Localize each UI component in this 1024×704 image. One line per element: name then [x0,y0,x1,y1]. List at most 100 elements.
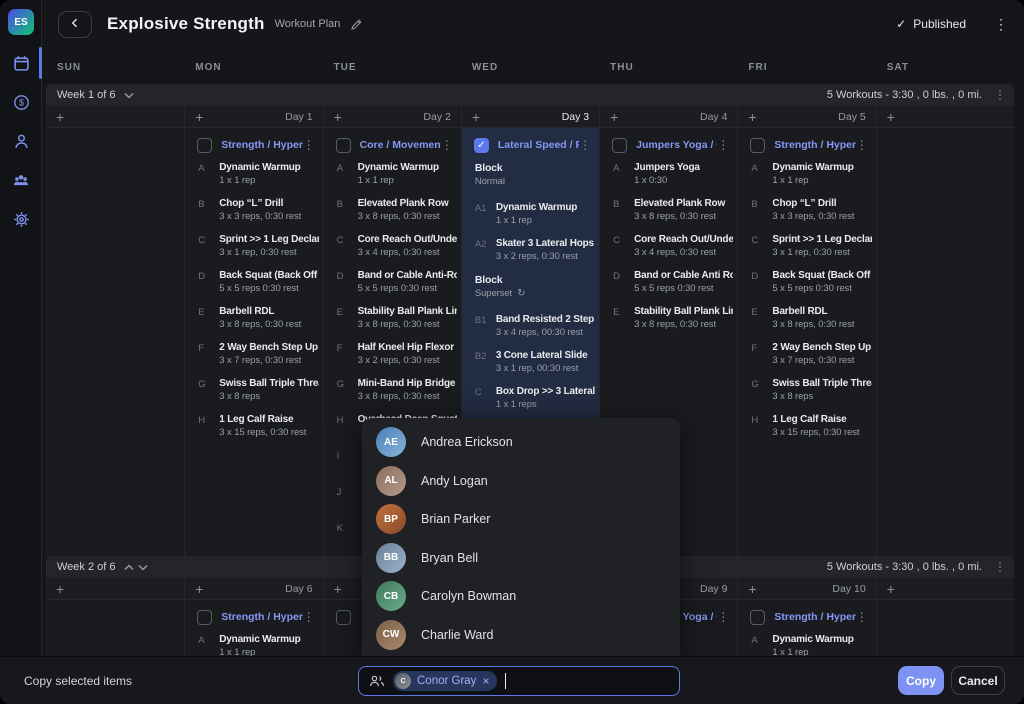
workout-title[interactable]: Strength / Hypertro... [774,611,855,623]
day-cell-sun[interactable] [46,600,184,656]
workout-kebab-menu[interactable]: ⋮ [441,139,453,151]
edit-pencil-icon[interactable] [350,18,363,31]
athlete-option[interactable]: CB Carolyn Bowman [362,577,680,616]
workout-kebab-menu[interactable]: ⋮ [303,139,315,151]
workout-checkbox[interactable] [336,610,351,625]
exercise-row[interactable]: B2 3 Cone Lateral Slide 3 x 1 rep, 00:30… [462,348,599,384]
add-workout-button[interactable]: + [887,582,895,596]
workout-checkbox[interactable] [612,138,627,153]
workout-kebab-menu[interactable]: ⋮ [717,611,729,623]
workout-checkbox[interactable] [197,610,212,625]
exercise-row[interactable]: F 2 Way Bench Step Up 3 x 7 reps, 0:30 r… [185,340,322,376]
exercise-row[interactable]: B1 Band Resisted 2 Step Late... 3 x 4 re… [462,312,599,348]
exercise-row[interactable]: D Band or Cable Anti-Rotati... 5 x 5 rep… [324,268,461,304]
athlete-option[interactable]: AE Andrea Erickson [362,423,680,462]
day-cell-sun[interactable] [46,128,184,556]
exercise-row[interactable]: E Stability Ball Plank Linear ... 3 x 8 … [324,304,461,340]
add-workout-button[interactable]: + [56,582,64,596]
exercise-row[interactable]: A Dynamic Warmup 1 x 1 rep [185,632,322,656]
add-workout-button[interactable]: + [748,110,756,124]
exercise-row[interactable]: G Swiss Ball Triple Threat 3 x 8 reps [185,376,322,412]
exercise-row[interactable]: A Dynamic Warmup 1 x 1 rep [324,160,461,196]
athlete-option[interactable]: BB Bryan Bell [362,539,680,578]
sidebar-item-billing[interactable]: $ [0,89,42,115]
exercise-row[interactable]: H 1 Leg Calf Raise 3 x 15 reps, 0:30 res… [738,412,875,448]
add-workout-button[interactable]: + [610,110,618,124]
workout-checkbox[interactable] [750,138,765,153]
exercise-row[interactable]: Block Normal [462,160,599,200]
workout-kebab-menu[interactable]: ⋮ [717,139,729,151]
workout-title[interactable]: Core / Movement Q... [360,139,441,151]
workout-title[interactable]: Strength / Hypertro... [221,139,302,151]
remove-chip-icon[interactable]: × [482,675,489,687]
exercise-row[interactable]: H 1 Leg Calf Raise 3 x 15 reps, 0:30 res… [185,412,322,448]
workout-title[interactable]: Strength / Hypertro... [774,139,855,151]
sidebar-item-clients[interactable] [0,128,42,154]
exercise-row[interactable]: E Barbell RDL 3 x 8 reps, 0:30 rest [738,304,875,340]
app-logo[interactable]: ES [8,9,34,35]
exercise-row[interactable]: A Dynamic Warmup 1 x 1 rep [738,632,875,656]
workout-kebab-menu[interactable]: ⋮ [579,139,591,151]
workout-kebab-menu[interactable]: ⋮ [303,611,315,623]
add-workout-button[interactable]: + [195,582,203,596]
add-workout-button[interactable]: + [195,110,203,124]
exercise-row[interactable]: C Core Reach Out/Under 3 x 4 reps, 0:30 … [600,232,737,268]
chevron-down-icon[interactable] [124,92,134,99]
exercise-row[interactable]: B Chop “L” Drill 3 x 3 reps, 0:30 rest [738,196,875,232]
exercise-row[interactable]: C Sprint >> 1 Leg Declarations 3 x 1 rep… [185,232,322,268]
exercise-row[interactable]: A1 Dynamic Warmup 1 x 1 rep [462,200,599,236]
sidebar-item-settings[interactable] [0,206,42,232]
copy-button[interactable]: Copy [898,666,944,695]
exercise-row[interactable]: E Barbell RDL 3 x 8 reps, 0:30 rest [185,304,322,340]
exercise-row[interactable]: A Jumpers Yoga 1 x 0:30 [600,160,737,196]
workout-checkbox[interactable] [750,610,765,625]
athlete-option[interactable]: BP Brian Parker [362,500,680,539]
selected-athlete-chip[interactable]: C Conor Gray × [393,671,497,691]
add-workout-button[interactable]: + [472,110,480,124]
exercise-row[interactable]: C Box Drop >> 3 Lateral H... 1 x 1 reps [462,384,599,420]
workout-checkbox-checked[interactable]: ✓ [474,138,489,153]
cancel-button[interactable]: Cancel [951,666,1005,695]
exercise-row[interactable]: B Chop “L” Drill 3 x 3 reps, 0:30 rest [185,196,322,232]
workout-kebab-menu[interactable]: ⋮ [856,139,868,151]
exercise-row[interactable]: G Swiss Ball Triple Threat 3 x 8 reps [738,376,875,412]
workout-checkbox[interactable] [197,138,212,153]
exercise-row[interactable]: A Dynamic Warmup 1 x 1 rep [738,160,875,196]
exercise-row[interactable]: D Back Squat (Back Off Set) 5 x 5 reps 0… [185,268,322,304]
exercise-row[interactable]: B Elevated Plank Row 3 x 8 reps, 0:30 re… [324,196,461,232]
exercise-row[interactable]: F Half Kneel Hip Flexor Rais... 3 x 2 re… [324,340,461,376]
day-cell-sat[interactable] [876,128,1014,556]
chevron-down-icon[interactable] [138,564,148,571]
add-workout-button[interactable]: + [748,582,756,596]
add-workout-button[interactable]: + [334,110,342,124]
exercise-row[interactable]: A Dynamic Warmup 1 x 1 rep [185,160,322,196]
workout-kebab-menu[interactable]: ⋮ [856,611,868,623]
add-workout-button[interactable]: + [334,582,342,596]
add-workout-button[interactable]: + [887,110,895,124]
exercise-row[interactable]: F 2 Way Bench Step Up 3 x 7 reps, 0:30 r… [738,340,875,376]
sidebar-item-teams[interactable] [0,167,42,193]
exercise-row[interactable]: Block Superset↻ [462,272,599,312]
workout-title[interactable]: Strength / Hypertro... [221,611,302,623]
sidebar-item-calendar[interactable] [0,50,42,76]
workout-title[interactable]: Lateral Speed / Plyo [498,139,579,151]
week-kebab-menu[interactable]: ⋮ [994,561,1006,573]
exercise-row[interactable]: D Back Squat (Back Off Set) 5 x 5 reps 0… [738,268,875,304]
athlete-option[interactable]: CW Charlie Ward [362,616,680,655]
exercise-row[interactable]: D Band or Cable Anti Rotati... 5 x 5 rep… [600,268,737,304]
exercise-row[interactable]: E Stability Ball Plank Linear ... 3 x 8 … [600,304,737,340]
workout-title[interactable]: Jumpers Yoga / Core [636,139,717,151]
athlete-option[interactable]: AL Andy Logan [362,462,680,501]
workout-checkbox[interactable] [336,138,351,153]
add-workout-button[interactable]: + [56,110,64,124]
back-button[interactable] [58,11,92,38]
week-kebab-menu[interactable]: ⋮ [994,89,1006,101]
exercise-row[interactable]: G Mini-Band Hip Bridge w/ ... 3 x 8 reps… [324,376,461,412]
day-cell-sat[interactable] [876,600,1014,656]
exercise-row[interactable]: B Elevated Plank Row 3 x 8 reps, 0:30 re… [600,196,737,232]
exercise-row[interactable]: A2 Skater 3 Lateral Hops >> ... 3 x 2 re… [462,236,599,272]
chevron-up-icon[interactable] [124,564,134,571]
exercise-row[interactable]: C Sprint >> 1 Leg Declarations 3 x 1 rep… [738,232,875,268]
exercise-row[interactable]: C Core Reach Out/Under 3 x 4 reps, 0:30 … [324,232,461,268]
athlete-search-input[interactable]: C Conor Gray × [358,666,680,696]
